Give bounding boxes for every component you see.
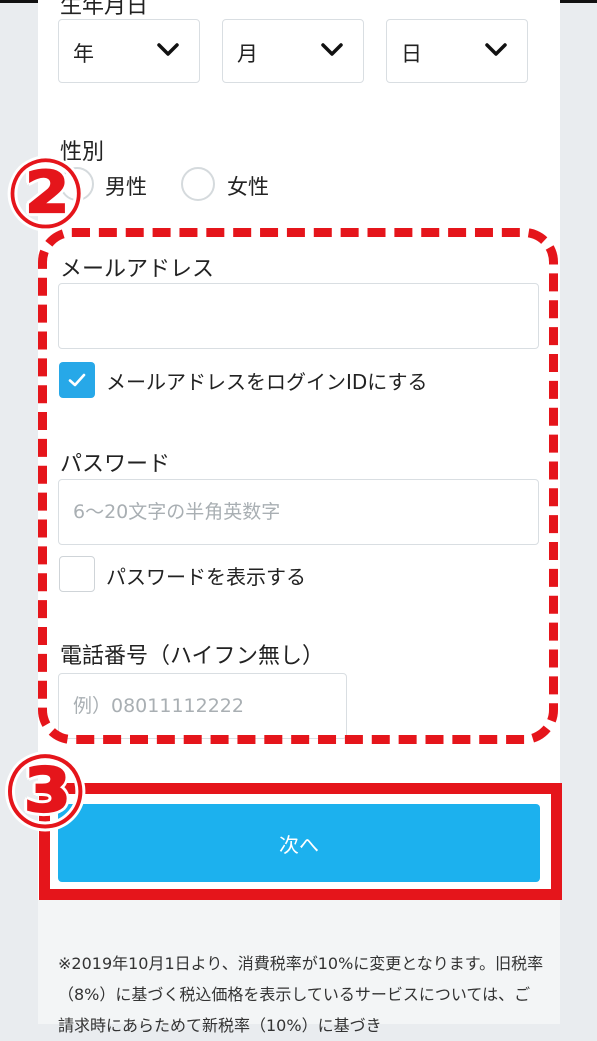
birth-year-value: 年 [73, 42, 94, 66]
annotation-solid-frame [39, 783, 562, 900]
gender-male-label: 男性 [105, 175, 147, 199]
birth-year-select[interactable]: 年 [58, 19, 200, 83]
birth-month-value: 月 [237, 42, 258, 66]
annotation-marker-3: ③ [2, 733, 89, 852]
chevron-down-icon [485, 43, 507, 56]
birth-month-select[interactable]: 月 [222, 19, 364, 83]
gender-female-radio[interactable] [181, 167, 215, 201]
birth-day-value: 日 [401, 42, 422, 66]
gender-female-label: 女性 [227, 175, 269, 199]
annotation-dashed-frame [38, 228, 558, 744]
birth-day-select[interactable]: 日 [386, 19, 528, 83]
chevron-down-icon [157, 43, 179, 56]
annotation-marker-2: ② [5, 138, 87, 250]
tax-notice: ※2019年10月1日より、消費税率が10%に変更となります。旧税率（8%）に基… [58, 954, 544, 1035]
chevron-down-icon [321, 43, 343, 56]
birthdate-label: 生年月日 [60, 0, 149, 19]
